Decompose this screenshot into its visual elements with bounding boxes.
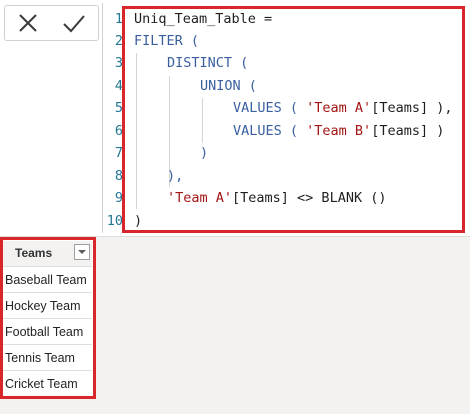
line-number: 7 [114, 145, 123, 161]
code-line: Uniq_Team_Table = [134, 11, 273, 27]
code-line: DISTINCT ( [167, 55, 249, 71]
line-number: 10 [106, 213, 123, 229]
code-line: ), [167, 168, 184, 184]
line-number: 6 [114, 123, 123, 139]
table-row[interactable]: Cricket Team [3, 372, 92, 397]
line-number: 9 [114, 190, 123, 206]
check-icon [62, 12, 86, 34]
table-row[interactable]: Hockey Team [3, 294, 92, 319]
code-line: UNION ( [200, 78, 257, 94]
formula-actions [4, 5, 99, 41]
indent-guide [136, 53, 137, 209]
line-number: 5 [114, 100, 123, 116]
filter-dropdown-icon[interactable] [74, 244, 90, 260]
commit-button[interactable] [51, 6, 97, 40]
line-number: 2 [114, 33, 123, 49]
indent-guide [202, 98, 203, 143]
table-row[interactable]: Baseball Team [3, 268, 92, 293]
code-line: 'Team A'[Teams] <> BLANK () [167, 190, 387, 206]
close-icon [17, 12, 39, 34]
line-number: 8 [114, 168, 123, 184]
code-line: VALUES ( 'Team A'[Teams] ), [233, 100, 453, 116]
table-row[interactable]: Football Team [3, 320, 92, 345]
dax-formula-editor[interactable]: 1 2 3 4 5 6 7 8 9 10 Uniq_Team_Table = F… [102, 3, 469, 233]
code-line: VALUES ( 'Team B'[Teams] ) [233, 123, 445, 139]
column-header-teams[interactable]: Teams [3, 241, 92, 267]
line-number: 3 [114, 55, 123, 71]
code-line: ) [134, 213, 143, 229]
code-line: FILTER ( [134, 33, 200, 49]
line-number: 4 [114, 78, 123, 94]
line-number: 1 [114, 11, 123, 27]
cancel-button[interactable] [5, 6, 51, 40]
divider [0, 236, 470, 237]
code-line: ) [200, 145, 209, 161]
table-row[interactable]: Tennis Team [3, 346, 92, 371]
column-header-label: Teams [15, 246, 53, 260]
